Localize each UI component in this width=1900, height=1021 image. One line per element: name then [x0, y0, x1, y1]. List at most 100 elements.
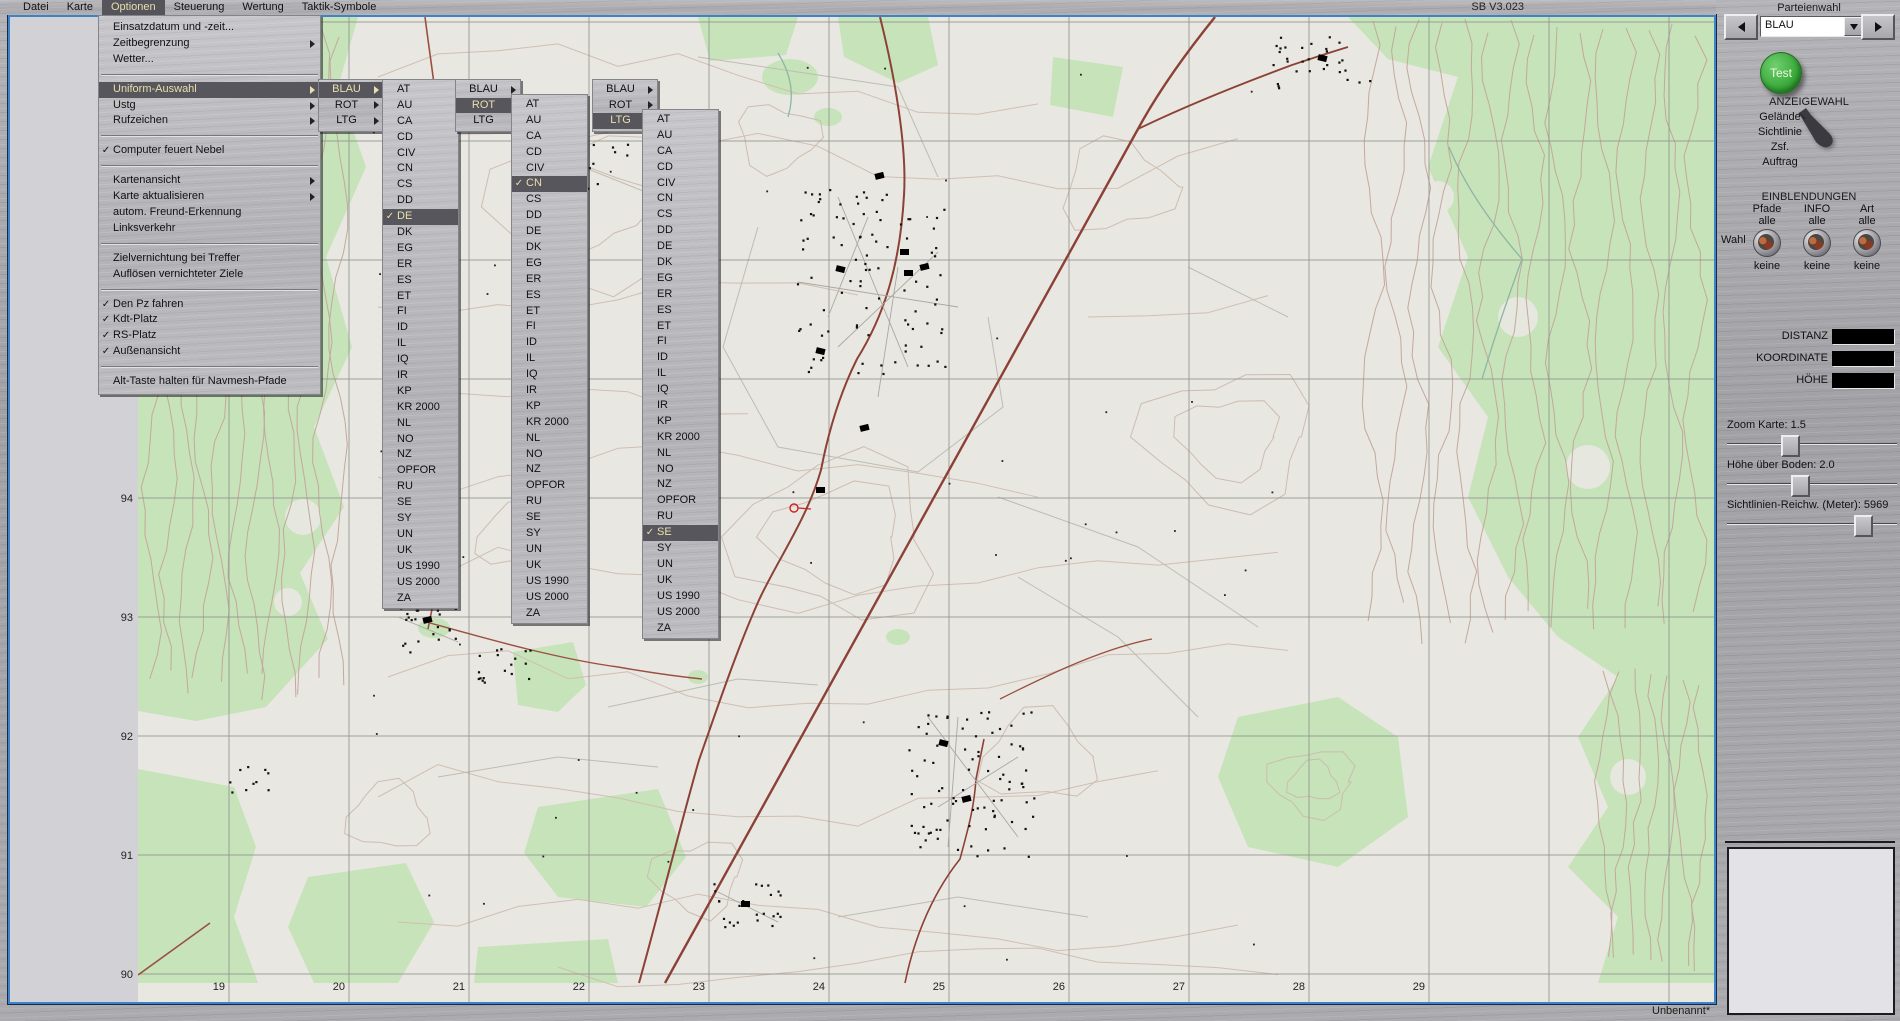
country-item[interactable]: NO	[383, 432, 458, 448]
country-item[interactable]: ET	[643, 319, 718, 335]
country-item[interactable]: CIV	[512, 161, 587, 177]
country-item[interactable]: DD	[512, 208, 587, 224]
country-item[interactable]: ✓DE	[383, 209, 458, 225]
country-item[interactable]: IR	[512, 383, 587, 399]
menubar-item-datei[interactable]: Datei	[14, 0, 58, 15]
country-item[interactable]: EG	[512, 256, 587, 272]
country-item[interactable]: FI	[643, 334, 718, 350]
slider-thumb[interactable]	[1791, 475, 1810, 497]
menu-item[interactable]: Rufzeichen	[99, 113, 320, 129]
menubar-item-taktiksymbole[interactable]: Taktik-Symbole	[293, 0, 386, 15]
country-item[interactable]: NZ	[383, 447, 458, 463]
country-item[interactable]: DK	[383, 225, 458, 241]
country-item[interactable]: CA	[512, 129, 587, 145]
country-item[interactable]: ES	[512, 288, 587, 304]
country-item[interactable]: EG	[643, 271, 718, 287]
slider-thumb[interactable]	[1854, 515, 1873, 537]
country-item[interactable]: UN	[383, 527, 458, 543]
country-item[interactable]: US 1990	[512, 574, 587, 590]
country-item[interactable]: DE	[643, 239, 718, 255]
menu-item[interactable]: Karte aktualisieren	[99, 189, 320, 205]
menubar-item-optionen[interactable]: Optionen	[102, 0, 165, 15]
country-item[interactable]: ID	[512, 335, 587, 351]
country-item[interactable]: AU	[643, 128, 718, 144]
country-item[interactable]: CN	[383, 161, 458, 177]
country-item[interactable]: US 1990	[383, 559, 458, 575]
country-item[interactable]: ZA	[512, 606, 587, 622]
country-item[interactable]: CS	[643, 207, 718, 223]
country-item[interactable]: KP	[383, 384, 458, 400]
country-item[interactable]: ES	[643, 303, 718, 319]
country-item[interactable]: CS	[512, 192, 587, 208]
country-item[interactable]: AU	[512, 113, 587, 129]
country-item[interactable]: UK	[512, 558, 587, 574]
country-item[interactable]: NO	[512, 447, 587, 463]
country-item[interactable]: US 2000	[383, 575, 458, 591]
faction-item-blau[interactable]: BLAU	[593, 82, 657, 98]
country-item[interactable]: CIV	[383, 146, 458, 162]
country-item[interactable]: CD	[512, 145, 587, 161]
country-item[interactable]: FI	[383, 304, 458, 320]
slider-thumb[interactable]	[1781, 435, 1800, 457]
country-item[interactable]: ID	[643, 350, 718, 366]
country-item[interactable]: KR 2000	[383, 400, 458, 416]
menu-item[interactable]: Linksverkehr	[99, 221, 320, 237]
country-item[interactable]: OPFOR	[383, 463, 458, 479]
country-item[interactable]: AT	[643, 112, 718, 128]
menu-item[interactable]: autom. Freund-Erkennung	[99, 205, 320, 221]
einblendung-knob[interactable]	[1753, 229, 1781, 257]
menu-item[interactable]: Einsatzdatum und -zeit...	[99, 20, 320, 36]
country-item[interactable]: CD	[383, 130, 458, 146]
country-item[interactable]: ER	[512, 272, 587, 288]
country-item[interactable]: ET	[512, 304, 587, 320]
country-item[interactable]: CS	[383, 177, 458, 193]
menu-item[interactable]: Wetter...	[99, 52, 320, 68]
country-item[interactable]: IQ	[512, 367, 587, 383]
country-item[interactable]: KR 2000	[643, 430, 718, 446]
country-item[interactable]: CA	[643, 144, 718, 160]
anzeige-item-auftrag[interactable]: Auftrag	[1722, 155, 1838, 170]
party-prev-button[interactable]	[1724, 14, 1758, 40]
faction-item-blau[interactable]: BLAU	[319, 82, 383, 98]
country-item[interactable]: ET	[383, 289, 458, 305]
country-item[interactable]: ZA	[383, 591, 458, 607]
country-item[interactable]: AU	[383, 98, 458, 114]
country-item[interactable]: ID	[383, 320, 458, 336]
country-item[interactable]: IR	[383, 368, 458, 384]
country-item[interactable]: NO	[643, 462, 718, 478]
country-item[interactable]: DD	[383, 193, 458, 209]
country-item[interactable]: DK	[643, 255, 718, 271]
country-item[interactable]: OPFOR	[512, 478, 587, 494]
faction-item-rot[interactable]: ROT	[319, 98, 383, 114]
country-item[interactable]: ZA	[643, 621, 718, 637]
country-item[interactable]: SY	[383, 511, 458, 527]
country-item[interactable]: CA	[383, 114, 458, 130]
country-item[interactable]: KR 2000	[512, 415, 587, 431]
country-item[interactable]: NZ	[512, 462, 587, 478]
menu-item[interactable]: Uniform-Auswahl	[99, 82, 320, 98]
menubar-item-wertung[interactable]: Wertung	[233, 0, 292, 15]
country-item[interactable]: ER	[383, 257, 458, 273]
menu-item[interactable]: Kartenansicht	[99, 173, 320, 189]
country-item[interactable]: KP	[643, 414, 718, 430]
country-item[interactable]: RU	[383, 479, 458, 495]
country-item[interactable]: DE	[512, 224, 587, 240]
country-item[interactable]: UN	[643, 557, 718, 573]
country-item[interactable]: KP	[512, 399, 587, 415]
einblendung-knob[interactable]	[1803, 229, 1831, 257]
party-select[interactable]: BLAU	[1760, 16, 1864, 37]
menu-item[interactable]: Zielvernichtung bei Treffer	[99, 251, 320, 267]
country-item[interactable]: AT	[383, 82, 458, 98]
country-item[interactable]: CIV	[643, 176, 718, 192]
slider-track[interactable]	[1727, 483, 1897, 485]
country-item[interactable]: IL	[383, 336, 458, 352]
einblendung-knob[interactable]	[1853, 229, 1881, 257]
menubar-item-steuerung[interactable]: Steuerung	[165, 0, 234, 15]
party-next-button[interactable]	[1861, 14, 1895, 40]
country-item[interactable]: SY	[512, 526, 587, 542]
country-item[interactable]: IQ	[383, 352, 458, 368]
country-item[interactable]: SY	[643, 541, 718, 557]
country-item[interactable]: CD	[643, 160, 718, 176]
country-item[interactable]: NL	[512, 431, 587, 447]
country-item[interactable]: ✓SE	[643, 525, 718, 541]
